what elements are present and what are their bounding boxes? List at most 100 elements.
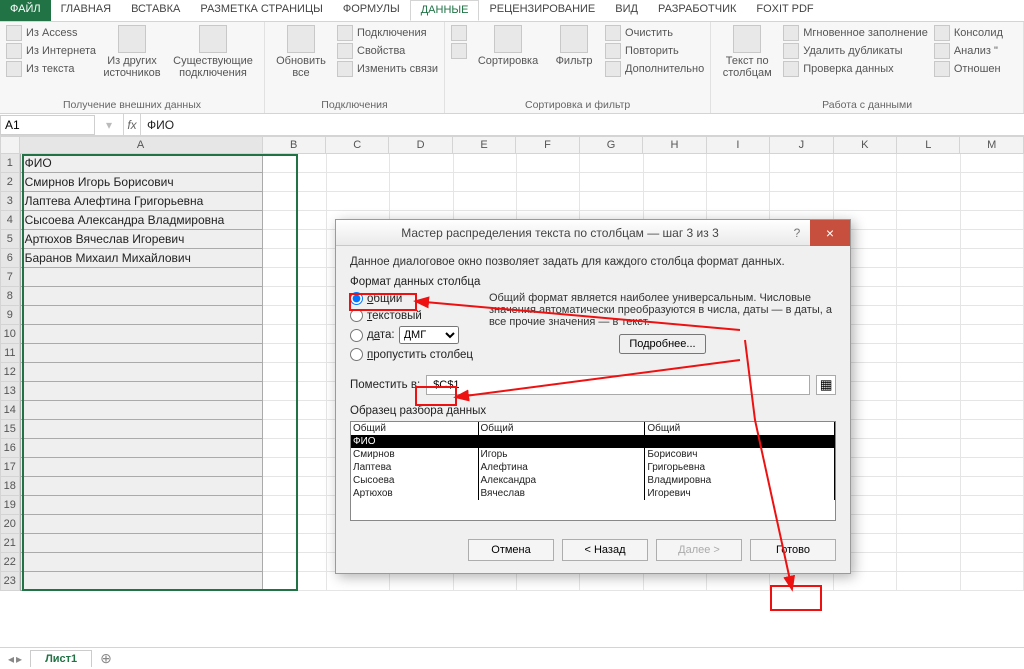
cell[interactable] bbox=[263, 439, 326, 458]
row-header[interactable]: 7 bbox=[0, 268, 20, 287]
row-header[interactable]: 13 bbox=[0, 382, 20, 401]
cell[interactable] bbox=[644, 192, 707, 211]
cell[interactable] bbox=[961, 496, 1024, 515]
cell[interactable] bbox=[644, 572, 707, 591]
cell[interactable] bbox=[327, 192, 390, 211]
fx-button[interactable]: fx bbox=[123, 114, 141, 136]
cell[interactable] bbox=[961, 211, 1024, 230]
cell[interactable] bbox=[263, 268, 326, 287]
cell[interactable] bbox=[327, 173, 390, 192]
btn-relations[interactable]: Отношен bbox=[934, 61, 1003, 77]
name-box[interactable] bbox=[0, 115, 95, 135]
btn-remove-dupes[interactable]: Удалить дубликаты bbox=[783, 43, 928, 59]
cell[interactable] bbox=[263, 230, 326, 249]
row-header[interactable]: 3 bbox=[0, 192, 20, 211]
cell[interactable] bbox=[263, 154, 326, 173]
cell[interactable]: Смирнов Игорь Борисович bbox=[20, 173, 264, 192]
cell[interactable] bbox=[961, 344, 1024, 363]
cell[interactable] bbox=[770, 154, 833, 173]
cell[interactable] bbox=[263, 344, 326, 363]
cell[interactable] bbox=[897, 344, 960, 363]
btn-other-sources[interactable]: Из других источников bbox=[102, 25, 162, 79]
cell[interactable] bbox=[20, 306, 264, 325]
cell[interactable] bbox=[897, 496, 960, 515]
cell[interactable] bbox=[897, 363, 960, 382]
row-header[interactable]: 20 bbox=[0, 515, 20, 534]
cell[interactable] bbox=[263, 553, 326, 572]
cell[interactable] bbox=[20, 439, 264, 458]
cell[interactable] bbox=[961, 515, 1024, 534]
cell[interactable] bbox=[897, 249, 960, 268]
cell[interactable]: Баранов Михаил Михайлович bbox=[20, 249, 264, 268]
btn-advanced[interactable]: Дополнительно bbox=[605, 61, 704, 77]
cell[interactable] bbox=[961, 363, 1024, 382]
row-header[interactable]: 23 bbox=[0, 572, 20, 591]
column-header[interactable]: I bbox=[707, 136, 770, 154]
cell[interactable] bbox=[20, 382, 264, 401]
row-header[interactable]: 19 bbox=[0, 496, 20, 515]
cell[interactable] bbox=[897, 401, 960, 420]
cell[interactable] bbox=[897, 268, 960, 287]
cell[interactable] bbox=[263, 382, 326, 401]
cell[interactable] bbox=[707, 154, 770, 173]
btn-filter[interactable]: Фильтр bbox=[549, 25, 599, 67]
tab-file[interactable]: ФАЙЛ bbox=[0, 0, 51, 21]
row-header[interactable]: 18 bbox=[0, 477, 20, 496]
btn-sort-az[interactable] bbox=[451, 25, 467, 41]
cell[interactable] bbox=[454, 154, 517, 173]
radio-text-input[interactable] bbox=[350, 309, 363, 322]
cell[interactable] bbox=[580, 173, 643, 192]
cell[interactable] bbox=[961, 553, 1024, 572]
cell[interactable] bbox=[707, 572, 770, 591]
add-sheet-button[interactable]: ⊕ bbox=[92, 650, 120, 667]
cell[interactable] bbox=[390, 192, 453, 211]
range-picker-button[interactable]: ▦ bbox=[816, 375, 836, 395]
row-header[interactable]: 11 bbox=[0, 344, 20, 363]
btn-existing-conn[interactable]: Существующие подключения bbox=[168, 25, 258, 79]
cell[interactable] bbox=[454, 192, 517, 211]
cell[interactable] bbox=[517, 572, 580, 591]
cell[interactable] bbox=[20, 363, 264, 382]
cell[interactable]: ФИО bbox=[20, 154, 264, 173]
sheet-tab[interactable]: Лист1 bbox=[30, 650, 92, 667]
cell[interactable] bbox=[897, 458, 960, 477]
cell[interactable] bbox=[897, 192, 960, 211]
row-header[interactable]: 17 bbox=[0, 458, 20, 477]
tab-foxit[interactable]: Foxit PDF bbox=[746, 0, 823, 21]
cell[interactable] bbox=[263, 249, 326, 268]
cell[interactable] bbox=[263, 477, 326, 496]
cell[interactable] bbox=[20, 515, 264, 534]
row-header[interactable]: 4 bbox=[0, 211, 20, 230]
cell[interactable] bbox=[961, 230, 1024, 249]
row-header[interactable]: 15 bbox=[0, 420, 20, 439]
btn-reapply[interactable]: Повторить bbox=[605, 43, 704, 59]
cell[interactable] bbox=[644, 154, 707, 173]
row-header[interactable]: 9 bbox=[0, 306, 20, 325]
radio-skip[interactable]: пропустить столбец bbox=[350, 348, 473, 361]
select-all-corner[interactable] bbox=[0, 136, 20, 154]
cell[interactable] bbox=[263, 211, 326, 230]
cell[interactable] bbox=[834, 572, 897, 591]
cell[interactable] bbox=[897, 325, 960, 344]
cell[interactable] bbox=[707, 192, 770, 211]
row-header[interactable]: 2 bbox=[0, 173, 20, 192]
cell[interactable] bbox=[580, 154, 643, 173]
cell[interactable] bbox=[517, 173, 580, 192]
btn-data-validation[interactable]: Проверка данных bbox=[783, 61, 928, 77]
column-header[interactable]: C bbox=[326, 136, 389, 154]
cell[interactable] bbox=[20, 572, 264, 591]
btn-whatif[interactable]: Анализ " bbox=[934, 43, 1003, 59]
cell[interactable] bbox=[20, 534, 264, 553]
radio-skip-input[interactable] bbox=[350, 348, 363, 361]
cell[interactable] bbox=[327, 154, 390, 173]
radio-date-input[interactable] bbox=[350, 329, 363, 342]
cell[interactable] bbox=[961, 249, 1024, 268]
column-header[interactable]: B bbox=[263, 136, 326, 154]
btn-from-web[interactable]: Из Интернета bbox=[6, 43, 96, 59]
cell[interactable] bbox=[961, 477, 1024, 496]
tab-insert[interactable]: ВСТАВКА bbox=[121, 0, 190, 21]
cell[interactable] bbox=[961, 287, 1024, 306]
row-header[interactable]: 10 bbox=[0, 325, 20, 344]
cell[interactable] bbox=[707, 173, 770, 192]
cell[interactable] bbox=[263, 306, 326, 325]
